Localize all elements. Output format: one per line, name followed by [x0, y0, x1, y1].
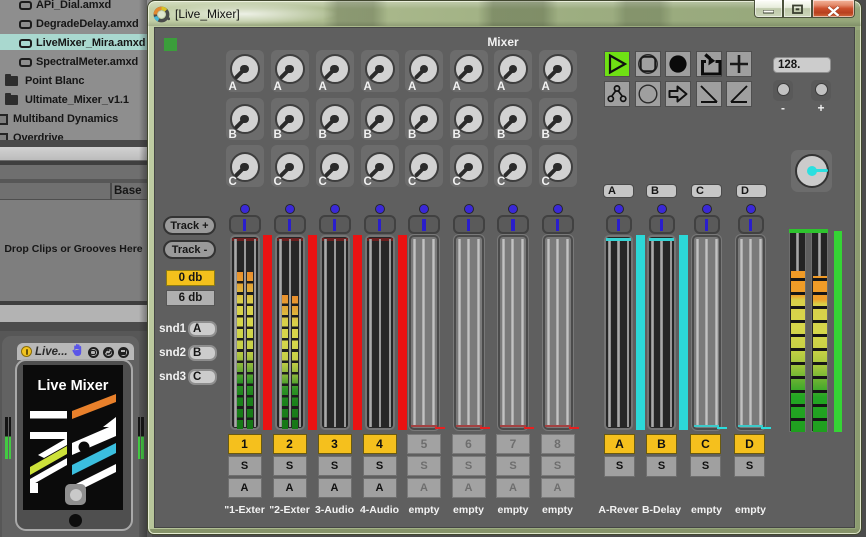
svg-text:Live Mixer: Live Mixer: [38, 378, 109, 394]
